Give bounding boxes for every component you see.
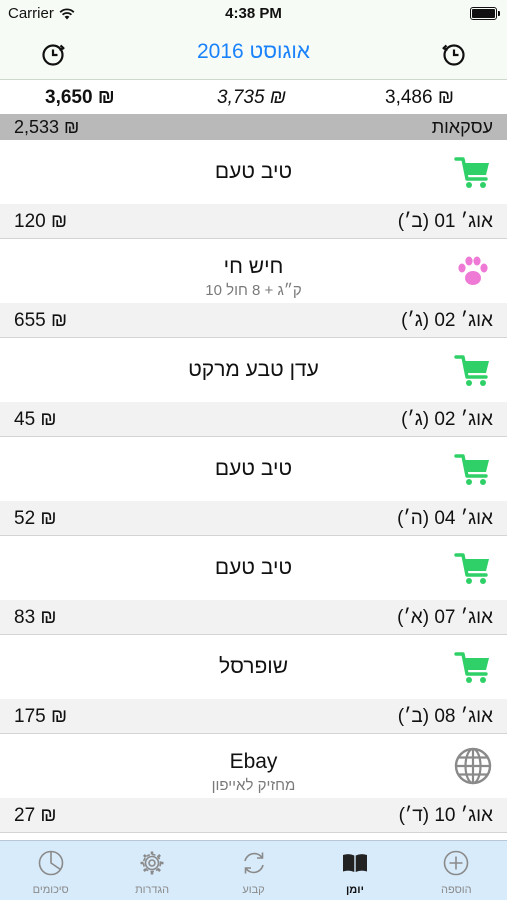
book-icon	[342, 854, 367, 872]
entry-footer: 120 ₪ אוג׳ 01 (ב׳)	[0, 204, 507, 239]
entry-date: אוג׳ 08 (ב׳)	[397, 706, 493, 727]
tab-settings[interactable]: הגדרות	[101, 841, 202, 900]
gear-icon	[140, 851, 164, 875]
section-amount: 2,533 ₪	[14, 117, 80, 137]
tab-label: הגדרות	[135, 884, 170, 896]
entry-note: 10 ק״ג + 8 חול	[205, 282, 302, 299]
entry-footer: 175 ₪ אוג׳ 08 (ב׳)	[0, 699, 507, 734]
totals-row: 3,650 ₪ 3,735 ₪ 3,486 ₪	[0, 80, 507, 114]
total-right: 3,486 ₪	[385, 87, 454, 108]
tab-add[interactable]: הוספה	[406, 841, 507, 900]
entry-date: אוג׳ 07 (א׳)	[397, 607, 493, 628]
entry-note: מחזיק לאייפון	[211, 777, 296, 794]
entry-amount: 52 ₪	[14, 508, 57, 529]
entry-date: אוג׳ 10 (ד׳)	[398, 805, 493, 826]
entry-name: טיב טעם	[214, 556, 293, 579]
entry-amount: 120 ₪	[14, 211, 68, 232]
entry-name: Ebay	[229, 750, 278, 773]
list-item[interactable]: עדן טבע מרקט 45 ₪ אוג׳ 02 (ג׳)	[0, 338, 507, 437]
entry-amount: 27 ₪	[14, 805, 57, 826]
entry-amount: 45 ₪	[14, 409, 57, 430]
status-bar: Carrier 4:38 PM	[0, 0, 507, 28]
section-label: עסקאות	[431, 117, 493, 137]
entry-main[interactable]: עדן טבע מרקט	[0, 338, 507, 402]
entry-main[interactable]: שופרסל	[0, 635, 507, 699]
shopping-cart-icon	[454, 355, 489, 386]
entry-name: שופרסל	[218, 655, 289, 678]
entry-footer: 27 ₪ אוג׳ 10 (ד׳)	[0, 798, 507, 833]
tab-journal[interactable]: יומן	[304, 841, 405, 900]
entry-amount: 83 ₪	[14, 607, 57, 628]
history-forward-icon[interactable]	[439, 39, 469, 69]
entry-main[interactable]: חיש חי 10 ק״ג + 8 חול	[0, 239, 507, 303]
entry-main[interactable]: טיב טעם	[0, 536, 507, 600]
shopping-cart-icon	[454, 157, 489, 188]
tab-label: קבוע	[242, 884, 265, 896]
list-item[interactable]: טיב טעם 52 ₪ אוג׳ 04 (ה׳)	[0, 437, 507, 536]
list-item[interactable]: חיש חי 10 ק״ג + 8 חול 655 ₪ אוג׳ 02 (ג׳)	[0, 239, 507, 338]
shopping-cart-icon	[454, 454, 489, 485]
entry-footer: 83 ₪ אוג׳ 07 (א׳)	[0, 600, 507, 635]
entry-date: אוג׳ 04 (ה׳)	[397, 508, 493, 529]
entry-main[interactable]: טיב טעם	[0, 437, 507, 501]
tab-recurring[interactable]: קבוע	[203, 841, 304, 900]
list-item[interactable]: שופרסל 175 ₪ אוג׳ 08 (ב׳)	[0, 635, 507, 734]
add-icon	[444, 850, 469, 876]
tab-label: הוספה	[441, 884, 472, 896]
entry-amount: 175 ₪	[14, 706, 68, 727]
entry-date: אוג׳ 01 (ב׳)	[397, 211, 493, 232]
screen: Carrier 4:38 PM אוגוסט 2016 3,650 ₪ 3,73…	[0, 0, 507, 900]
entry-footer: 45 ₪ אוג׳ 02 (ג׳)	[0, 402, 507, 437]
transaction-list: טיב טעם 120 ₪ אוג׳ 01 (ב׳) חיש חי 10 ק״ג…	[0, 140, 507, 840]
paw-icon	[458, 256, 488, 285]
recurring-icon	[243, 852, 264, 874]
list-item[interactable]: Ebay מחזיק לאייפון 27 ₪ אוג׳ 10 (ד׳)	[0, 734, 507, 833]
tab-label: יומן	[345, 884, 364, 896]
total-left: 3,650 ₪	[45, 87, 115, 108]
list-item[interactable]: טיב טעם 120 ₪ אוג׳ 01 (ב׳)	[0, 140, 507, 239]
entry-date: אוג׳ 02 (ג׳)	[401, 310, 493, 331]
entry-main[interactable]: Ebay מחזיק לאייפון	[0, 734, 507, 798]
shopping-cart-icon	[454, 652, 489, 683]
entry-main[interactable]: טיב טעם	[0, 140, 507, 204]
tab-label: סיכומים	[32, 884, 69, 896]
total-center: 3,735 ₪	[217, 87, 286, 108]
nav-bar: אוגוסט 2016	[0, 28, 507, 80]
list-item[interactable]: טיב טעם 83 ₪ אוג׳ 07 (א׳)	[0, 536, 507, 635]
battery-icon	[470, 7, 500, 20]
page-title[interactable]: אוגוסט 2016	[0, 40, 507, 64]
tab-summaries[interactable]: סיכומים	[0, 841, 101, 900]
entry-footer: 52 ₪ אוג׳ 04 (ה׳)	[0, 501, 507, 536]
entry-name: טיב טעם	[214, 160, 293, 183]
entry-amount: 655 ₪	[14, 310, 68, 331]
shopping-cart-icon	[454, 553, 489, 584]
entry-footer: 655 ₪ אוג׳ 02 (ג׳)	[0, 303, 507, 338]
entry-name: טיב טעם	[214, 457, 293, 480]
entry-date: אוג׳ 02 (ג׳)	[401, 409, 493, 430]
tab-bar: סיכומים הגדרות קבוע יומן הוספה	[0, 840, 507, 900]
entry-name: חיש חי	[223, 255, 284, 278]
status-time: 4:38 PM	[225, 5, 282, 22]
globe-icon	[454, 747, 492, 785]
entry-name: עדן טבע מרקט	[188, 358, 319, 381]
pie-chart-icon	[38, 850, 64, 876]
section-header: 2,533 ₪ עסקאות	[0, 114, 507, 140]
